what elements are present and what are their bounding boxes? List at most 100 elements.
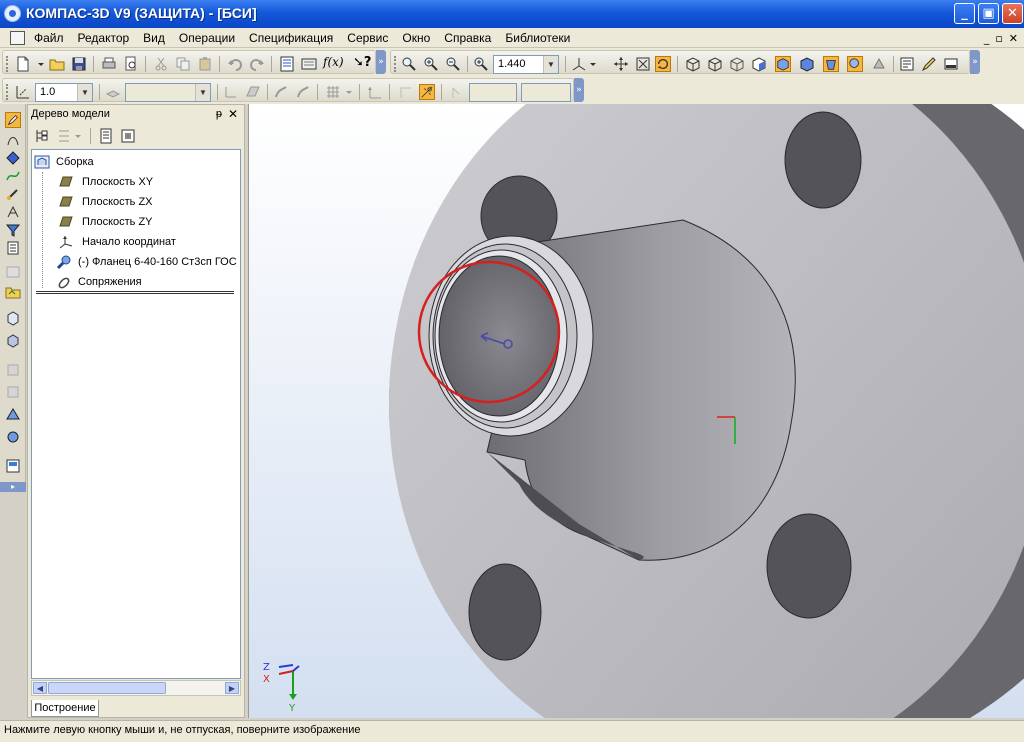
cut-icon[interactable] bbox=[153, 56, 169, 72]
grid-icon[interactable] bbox=[325, 84, 341, 100]
tree-order-dropdown-icon[interactable] bbox=[74, 128, 82, 144]
grid-dropdown-icon[interactable] bbox=[345, 84, 353, 100]
orientation-dropdown-icon[interactable] bbox=[589, 56, 597, 72]
toolbar-grip[interactable] bbox=[6, 56, 9, 72]
section-icon[interactable] bbox=[899, 56, 915, 72]
tree-item-plane-zx[interactable]: Плоскость ZX bbox=[32, 192, 240, 212]
tree-horizontal-scrollbar[interactable]: ◀ ▶ bbox=[31, 680, 241, 696]
pan-icon[interactable] bbox=[613, 56, 629, 72]
toolbar-overflow-chevron[interactable]: » bbox=[376, 50, 386, 74]
tree-relations-icon[interactable] bbox=[120, 128, 136, 144]
edit-icon[interactable] bbox=[921, 56, 937, 72]
scroll-left-icon[interactable]: ◀ bbox=[33, 682, 47, 694]
halftone-edges-icon[interactable] bbox=[799, 56, 815, 72]
open-folder-icon[interactable] bbox=[49, 56, 65, 72]
menu-edit[interactable]: Редактор bbox=[78, 31, 130, 45]
tree-item-flange-part[interactable]: (-) Фланец 6-40-160 Ст3сп ГОС bbox=[32, 252, 240, 272]
doc-close-button[interactable]: ✕ bbox=[1009, 32, 1018, 45]
save-icon[interactable] bbox=[71, 56, 87, 72]
disabled-tool-icon[interactable] bbox=[5, 362, 21, 378]
model-viewport[interactable]: Z X Y bbox=[248, 104, 1024, 718]
menu-file[interactable]: Файл bbox=[34, 31, 64, 45]
menu-operations[interactable]: Операции bbox=[179, 31, 235, 45]
filter-view-icon[interactable] bbox=[847, 56, 863, 72]
tree-item-plane-zy[interactable]: Плоскость ZY bbox=[32, 212, 240, 232]
tree-structure-icon[interactable] bbox=[34, 128, 50, 144]
no-hidden-icon[interactable] bbox=[751, 56, 767, 72]
orthogonal-icon[interactable] bbox=[367, 84, 383, 100]
paste-icon[interactable] bbox=[197, 56, 213, 72]
halftone-icon[interactable] bbox=[775, 56, 791, 72]
variables-icon[interactable] bbox=[301, 56, 317, 72]
wireframe-icon[interactable] bbox=[685, 56, 701, 72]
copy-icon[interactable] bbox=[175, 56, 191, 72]
chevron-down-icon[interactable]: ▼ bbox=[195, 84, 210, 101]
menu-view[interactable]: Вид bbox=[143, 31, 165, 45]
mates-icon[interactable] bbox=[5, 186, 21, 202]
cursor-coords-icon[interactable] bbox=[449, 84, 465, 100]
measure-icon[interactable] bbox=[5, 406, 21, 422]
coord-x-field[interactable] bbox=[469, 83, 517, 102]
menu-window[interactable]: Окно bbox=[402, 31, 430, 45]
view-toolbar-overflow-chevron[interactable]: » bbox=[970, 50, 980, 74]
move-component-icon[interactable] bbox=[5, 332, 21, 348]
step-cursor-icon[interactable] bbox=[15, 84, 31, 100]
panel-icon[interactable] bbox=[943, 56, 959, 72]
tab-construction[interactable]: Построение bbox=[31, 700, 99, 717]
state-toolbar-overflow-chevron[interactable]: » bbox=[574, 78, 584, 102]
layer-combo[interactable]: ▼ bbox=[125, 83, 211, 102]
menu-specification[interactable]: Спецификация bbox=[249, 31, 333, 45]
local-cs-icon[interactable] bbox=[223, 84, 239, 100]
pin-icon[interactable]: ᵽ bbox=[216, 105, 222, 123]
undo-icon[interactable] bbox=[227, 56, 243, 72]
redo-icon[interactable] bbox=[249, 56, 265, 72]
toolbar-grip[interactable] bbox=[394, 56, 397, 72]
geometry-icon[interactable] bbox=[5, 132, 21, 148]
step-combo[interactable]: 1.0 ▼ bbox=[35, 83, 93, 102]
new-dropdown-icon[interactable] bbox=[37, 56, 45, 72]
doc-minimize-button[interactable]: _ bbox=[984, 32, 990, 45]
toolbar-overflow-chevron[interactable]: ▸ bbox=[0, 482, 26, 492]
menu-service[interactable]: Сервис bbox=[347, 31, 388, 45]
close-panel-icon[interactable]: ✕ bbox=[228, 105, 238, 123]
tree-item-assembly[interactable]: Сборка bbox=[32, 152, 240, 172]
edit-assembly-icon[interactable] bbox=[5, 112, 21, 128]
toolbar-grip[interactable] bbox=[6, 84, 9, 100]
scroll-right-icon[interactable]: ▶ bbox=[225, 682, 239, 694]
zoom-out-icon[interactable] bbox=[445, 56, 461, 72]
layers-icon[interactable] bbox=[105, 84, 121, 100]
orientation-icon[interactable] bbox=[571, 56, 587, 72]
maximize-button[interactable]: ▣ bbox=[978, 3, 999, 24]
coord-y-field[interactable] bbox=[521, 83, 571, 102]
tree-properties-icon[interactable] bbox=[98, 128, 114, 144]
chevron-down-icon[interactable]: ▼ bbox=[543, 56, 558, 73]
context-help-button[interactable]: ➘? bbox=[353, 55, 371, 70]
manager-icon[interactable] bbox=[279, 56, 295, 72]
document-menu-icon[interactable] bbox=[10, 31, 25, 45]
show-all-icon[interactable] bbox=[635, 56, 651, 72]
perspective-icon[interactable] bbox=[823, 56, 839, 72]
fx-button[interactable]: f(x) bbox=[323, 55, 344, 69]
zoom-in-icon[interactable] bbox=[423, 56, 439, 72]
curves-icon[interactable] bbox=[5, 168, 21, 184]
menu-libraries[interactable]: Библиотеки bbox=[505, 31, 570, 45]
hidden-lines-icon[interactable] bbox=[707, 56, 723, 72]
new-document-icon[interactable] bbox=[15, 56, 31, 72]
rotate-icon[interactable] bbox=[655, 56, 671, 72]
close-button[interactable]: ✕ bbox=[1002, 3, 1023, 24]
reports-icon[interactable] bbox=[5, 458, 21, 474]
disabled-tool-2-icon[interactable] bbox=[5, 384, 21, 400]
sketch-icon[interactable] bbox=[273, 84, 289, 100]
tree-item-origin[interactable]: Начало координат bbox=[32, 232, 240, 252]
tree-item-mates[interactable]: Сопряжения bbox=[32, 272, 240, 292]
chevron-down-icon[interactable]: ▼ bbox=[77, 84, 92, 101]
print-icon[interactable] bbox=[101, 56, 117, 72]
tree-item-plane-xy[interactable]: Плоскость XY bbox=[32, 172, 240, 192]
parameter-icon[interactable] bbox=[295, 84, 311, 100]
hidden-thin-icon[interactable] bbox=[729, 56, 745, 72]
doc-restore-button[interactable]: ▫ bbox=[995, 32, 1002, 45]
filter-icon[interactable] bbox=[5, 222, 21, 238]
zoom-combo[interactable]: 1.440 ▼ bbox=[493, 55, 559, 74]
specification-icon[interactable] bbox=[5, 240, 21, 256]
library-manager-icon[interactable] bbox=[5, 284, 21, 300]
